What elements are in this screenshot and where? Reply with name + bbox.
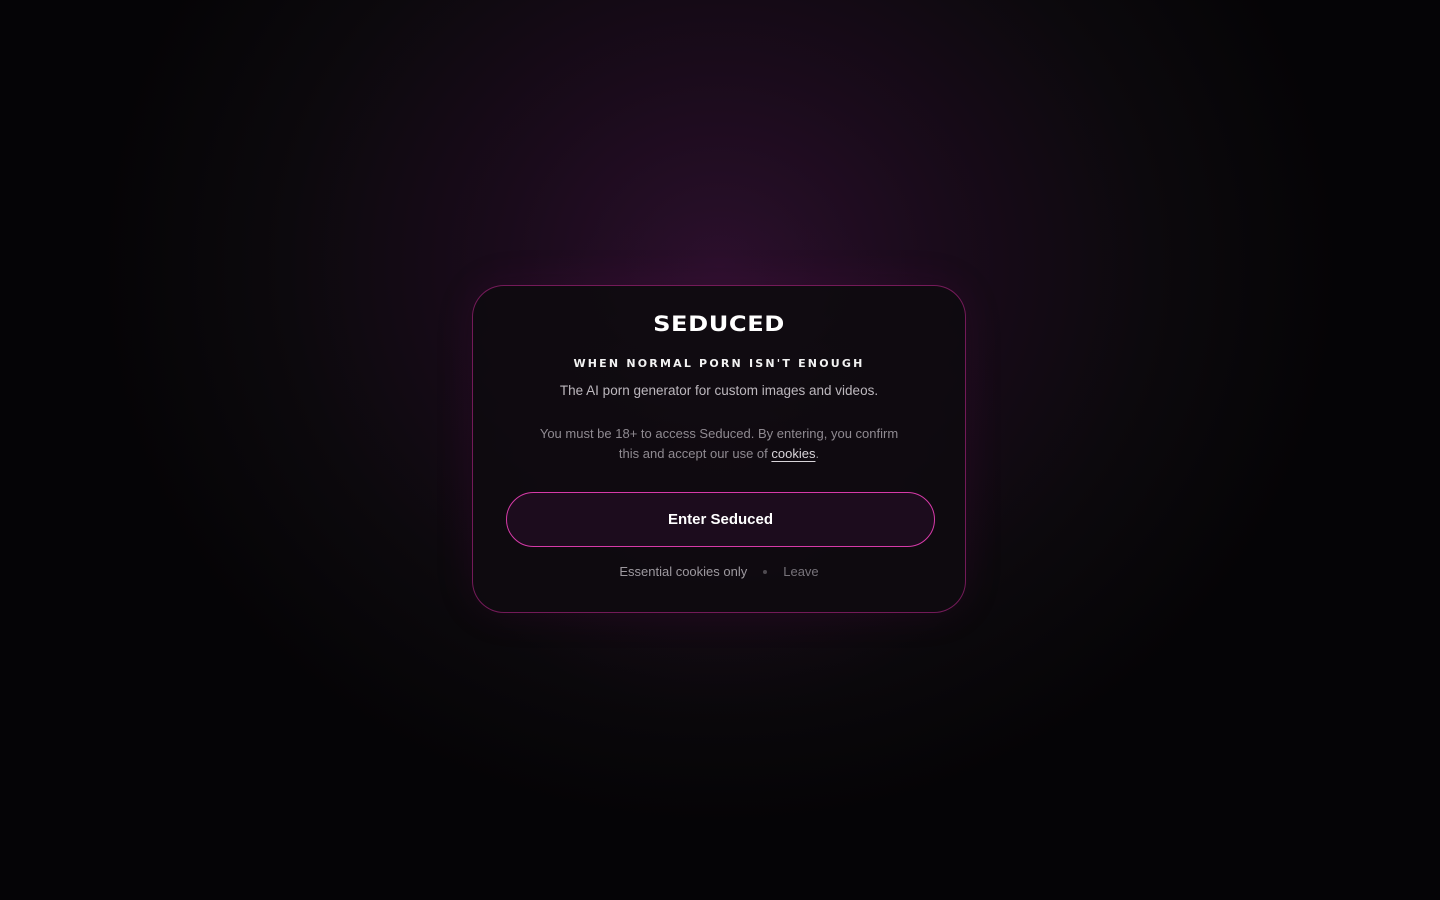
essential-cookies-link[interactable]: Essential cookies only — [619, 564, 747, 579]
leave-link[interactable]: Leave — [783, 564, 818, 579]
age-notice-end: . — [815, 446, 820, 461]
tagline: WHEN NORMAL PORN ISN'T ENOUGH — [573, 357, 865, 370]
enter-button[interactable]: Enter Seduced — [506, 492, 935, 547]
age-notice: You must be 18+ to access Seduced. By en… — [533, 424, 905, 464]
subtitle: The AI porn generator for custom images … — [559, 383, 879, 398]
cookies-link[interactable]: cookies — [771, 446, 815, 461]
age-gate-dialog: SEDUCED WHEN NORMAL PORN ISN'T ENOUGH Th… — [472, 285, 966, 613]
separator-dot — [763, 569, 768, 574]
footer-links: Essential cookies only Leave — [473, 564, 965, 579]
age-notice-text: You must be 18+ to access Seduced. By en… — [539, 426, 899, 461]
brand-logo: SEDUCED — [653, 312, 785, 336]
